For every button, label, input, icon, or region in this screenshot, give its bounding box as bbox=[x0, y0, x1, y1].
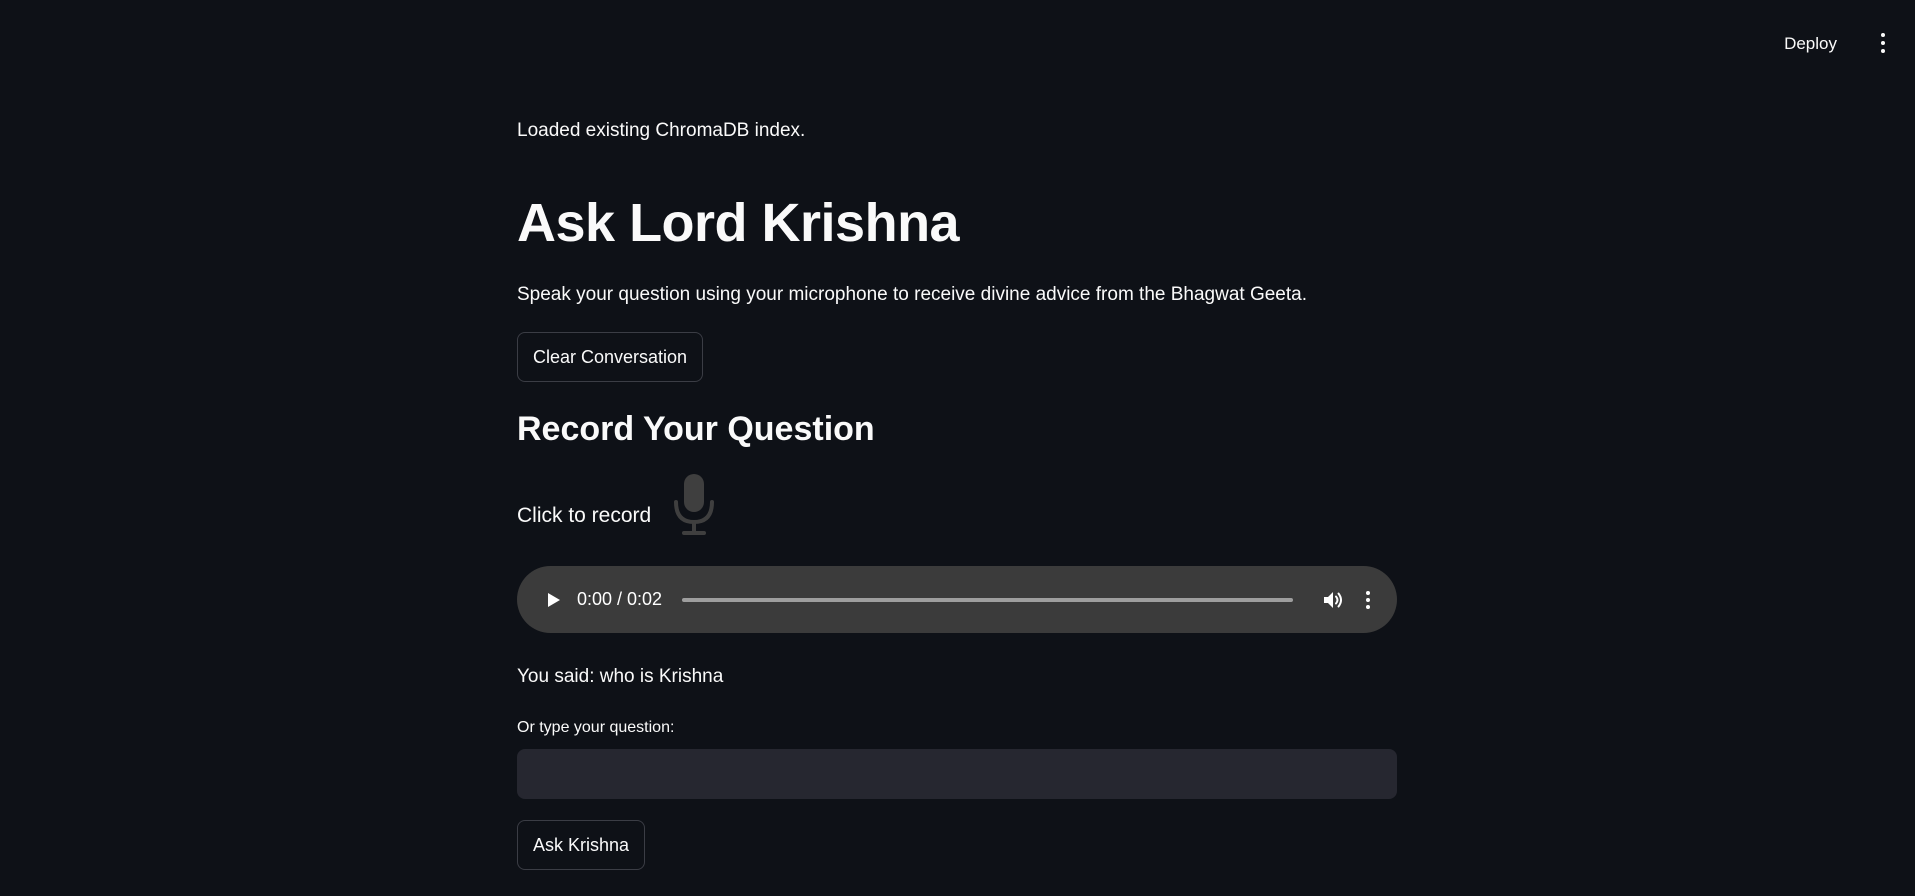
status-message: Loaded existing ChromaDB index. bbox=[517, 120, 806, 141]
ask-krishna-button[interactable]: Ask Krishna bbox=[517, 820, 646, 870]
question-input-label: Or type your question: bbox=[517, 719, 675, 736]
audio-time: 0:00 / 0:02 bbox=[577, 589, 663, 609]
audio-seek-bar[interactable] bbox=[682, 597, 1293, 602]
page-subtitle: Speak your question using your microphon… bbox=[517, 284, 1308, 305]
play-icon[interactable] bbox=[543, 590, 563, 610]
deploy-button[interactable]: Deploy bbox=[1774, 28, 1847, 60]
audio-player: 0:00 / 0:02 bbox=[517, 566, 1397, 633]
record-section-title: Record Your Question bbox=[517, 410, 875, 448]
audio-recorder: Click to record bbox=[517, 472, 719, 538]
top-toolbar: Deploy bbox=[0, 0, 1915, 84]
transcript-text: You said: who is Krishna bbox=[517, 666, 724, 687]
page-title: Ask Lord Krishna bbox=[517, 193, 960, 253]
record-label: Click to record bbox=[517, 504, 652, 527]
question-input[interactable] bbox=[517, 749, 1397, 799]
clear-conversation-button[interactable]: Clear Conversation bbox=[517, 332, 704, 382]
microphone-icon[interactable] bbox=[669, 472, 719, 538]
main-menu-icon[interactable] bbox=[1871, 30, 1895, 56]
volume-icon[interactable] bbox=[1321, 588, 1345, 612]
audio-more-options-icon[interactable] bbox=[1363, 589, 1373, 611]
